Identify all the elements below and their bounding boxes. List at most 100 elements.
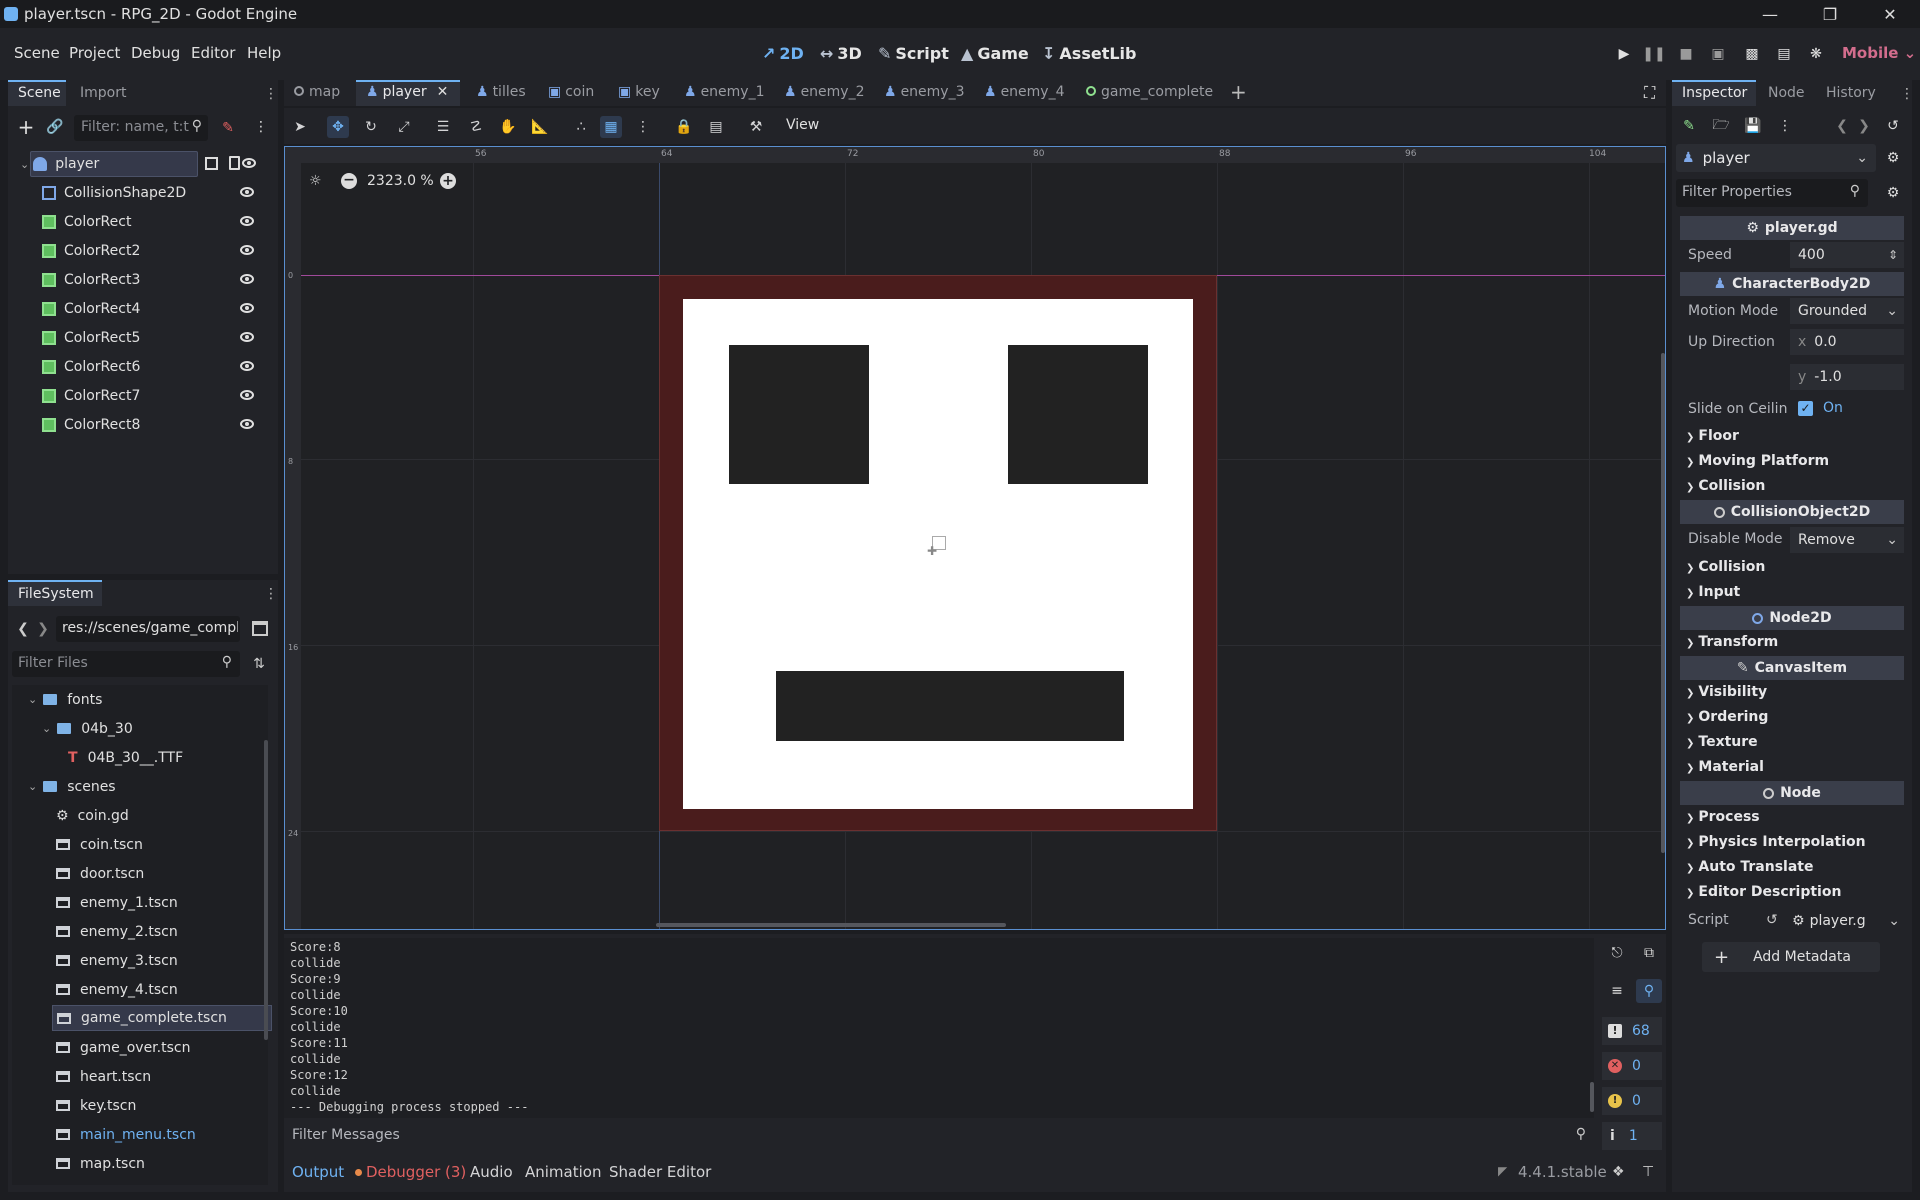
messages-filter-toggle[interactable]: ! 68 — [1602, 1017, 1662, 1045]
motion-mode-select[interactable]: Grounded ⌄ — [1790, 298, 1904, 324]
restore-button[interactable]: ❐ — [1800, 0, 1860, 28]
attach-script-icon[interactable]: ✎ — [218, 118, 238, 138]
group-icon[interactable]: ▤ — [705, 116, 727, 138]
filter-properties-input[interactable]: Filter Properties ⚲ — [1676, 179, 1868, 207]
menu-help[interactable]: Help — [247, 44, 281, 62]
tree-row-colorrect6[interactable]: ColorRect6 — [42, 353, 274, 381]
speed-spinbox[interactable]: 400 ⇕ — [1790, 242, 1904, 268]
visibility-eye-icon[interactable] — [242, 158, 256, 168]
add-node-icon[interactable]: + — [16, 115, 36, 139]
menu-scene[interactable]: Scene — [14, 44, 60, 62]
tree-row-colorrect3[interactable]: ColorRect3 — [42, 266, 274, 294]
expand-panel-icon[interactable]: ⊤ — [1642, 1164, 1654, 1180]
scene-filter-input[interactable]: Filter: name, t:t ⚲ — [74, 115, 208, 141]
fs-item-enemy2-tscn[interactable]: enemy_2.tscn — [56, 917, 266, 946]
select-mode-icon[interactable]: ➤ — [289, 116, 311, 138]
history-back-icon[interactable]: ❮ — [1834, 117, 1850, 135]
scene-tab-enemy4[interactable]: ♟ enemy_4 — [984, 84, 1065, 100]
tab-output[interactable]: Output — [292, 1163, 344, 1181]
scene-tab-enemy1[interactable]: ♟ enemy_1 — [684, 84, 765, 100]
sort-icon[interactable]: ⇅ — [250, 655, 268, 673]
tree-row-collisionshape2d[interactable]: CollisionShape2D — [42, 179, 274, 207]
tab-history[interactable]: History — [1826, 85, 1876, 101]
scene-tab-player[interactable]: ♟ player ✕ — [366, 84, 448, 100]
move-mode-icon[interactable]: ✥ — [327, 116, 349, 138]
category-moving-platform[interactable]: ❯ Moving Platform — [1686, 453, 1829, 469]
fs-item-game-complete-tscn[interactable]: game_complete.tscn — [52, 1005, 272, 1031]
category-editor-description[interactable]: ❯ Editor Description — [1686, 884, 1841, 900]
visibility-eye-icon[interactable] — [240, 274, 254, 284]
filter-messages-input[interactable]: Filter Messages ⚲ — [284, 1122, 1596, 1150]
add-metadata-button[interactable]: + Add Metadata — [1702, 942, 1880, 972]
category-material[interactable]: ❯ Material — [1686, 759, 1764, 775]
category-input[interactable]: ❯ Input — [1686, 584, 1740, 600]
workspace-2d-button[interactable]: ↗ 2D — [762, 44, 804, 63]
zoom-in-icon[interactable]: + — [440, 173, 456, 189]
category-transform[interactable]: ❯ Transform — [1686, 634, 1778, 650]
load-resource-icon[interactable]: 🗁 — [1712, 117, 1730, 135]
up-direction-y-field[interactable]: y -1.0 — [1790, 364, 1904, 390]
pivot-icon[interactable]: ☡ — [465, 116, 487, 138]
workspace-assetlib-button[interactable]: ↧ AssetLib — [1042, 44, 1136, 63]
tree-row-colorrect[interactable]: ColorRect — [42, 208, 274, 236]
history-forward-icon[interactable]: ❯ — [1856, 117, 1872, 135]
section-player-gd[interactable]: ⚙ player.gd — [1680, 216, 1904, 240]
property-options-icon[interactable]: ⚙ — [1884, 184, 1902, 202]
play-custom-scene-icon[interactable]: ▤ — [1774, 44, 1794, 64]
snap-options-icon[interactable]: ⋮ — [632, 116, 654, 138]
visibility-eye-icon[interactable] — [240, 419, 254, 429]
category-texture[interactable]: ❯ Texture — [1686, 734, 1758, 750]
view-menu[interactable]: View — [786, 117, 819, 133]
play-scene-icon[interactable]: ▩ — [1742, 44, 1762, 64]
play-icon[interactable]: ▶ — [1614, 44, 1634, 64]
tree-row-player[interactable]: ⌄ player — [20, 150, 276, 178]
scene-menu-icon[interactable]: ⋮ — [254, 119, 268, 135]
center-view-icon[interactable]: ☼ — [309, 173, 325, 189]
menu-project[interactable]: Project — [69, 44, 120, 62]
pin-icon[interactable]: ❖ — [1612, 1164, 1625, 1180]
visibility-eye-icon[interactable] — [240, 303, 254, 313]
workspace-game-button[interactable]: ▲ Game — [961, 44, 1029, 63]
forward-icon[interactable]: ❯ — [34, 619, 52, 639]
filter-files-input[interactable]: Filter Files ⚲ — [12, 651, 240, 677]
slide-on-ceiling-checkbox[interactable]: ✓ On — [1798, 400, 1843, 416]
tab-debugger[interactable]: Debugger (3) — [355, 1163, 466, 1181]
rotate-mode-icon[interactable]: ↻ — [360, 116, 382, 138]
scene-tab-enemy2[interactable]: ♟ enemy_2 — [784, 84, 865, 100]
disable-mode-select[interactable]: Remove ⌄ — [1790, 527, 1904, 553]
close-window-button[interactable]: ✕ — [1860, 0, 1920, 28]
renderer-select[interactable]: Mobile ⌄ — [1842, 44, 1916, 62]
fs-item-heart-tscn[interactable]: heart.tscn — [56, 1062, 266, 1091]
workspace-script-button[interactable]: ✎ Script — [878, 44, 949, 63]
tab-import[interactable]: Import — [80, 85, 126, 101]
category-ordering[interactable]: ❯ Ordering — [1686, 709, 1768, 725]
category-auto-translate[interactable]: ❯ Auto Translate — [1686, 859, 1813, 875]
fs-item-coin-gd[interactable]: ⚙ coin.gd — [56, 801, 266, 830]
tab-audio[interactable]: Audio — [470, 1163, 513, 1181]
horizontal-scrollbar[interactable] — [656, 923, 1006, 927]
tree-row-colorrect7[interactable]: ColorRect7 — [42, 382, 274, 410]
list-select-icon[interactable]: ☰ — [432, 116, 454, 138]
scene-tab-tilles[interactable]: ♟ tilles — [476, 84, 526, 100]
tab-shader-editor[interactable]: Shader Editor — [609, 1163, 711, 1181]
fs-item-key-tscn[interactable]: key.tscn — [56, 1091, 266, 1120]
player-right-eye[interactable] — [1008, 345, 1148, 484]
toggle-split-icon[interactable] — [252, 621, 268, 636]
scene-tab-game-complete[interactable]: game_complete — [1086, 84, 1213, 100]
fs-item-enemy1-tscn[interactable]: enemy_1.tscn — [56, 888, 266, 917]
category-visibility[interactable]: ❯ Visibility — [1686, 684, 1767, 700]
remote-debug-icon[interactable]: ▣ — [1708, 44, 1728, 64]
ruler-mode-icon[interactable]: 📐 — [529, 116, 551, 138]
add-scene-tab-icon[interactable]: + — [1230, 80, 1247, 104]
fs-item-font-file[interactable]: T 04B_30__.TTF — [68, 743, 278, 772]
script-icon[interactable] — [229, 156, 240, 170]
distraction-free-icon[interactable]: ⛶ — [1644, 83, 1655, 103]
section-node[interactable]: Node — [1680, 781, 1904, 805]
minimize-button[interactable]: — — [1740, 0, 1800, 28]
fs-item-fonts[interactable]: ⌄ fonts — [28, 685, 238, 714]
open-scene-icon[interactable] — [205, 157, 218, 170]
visibility-eye-icon[interactable] — [240, 216, 254, 226]
movie-maker-icon[interactable]: ❋ — [1806, 44, 1826, 64]
output-scrollbar[interactable] — [1590, 1082, 1594, 1112]
category-collision-2[interactable]: ❯ Collision — [1686, 559, 1765, 575]
